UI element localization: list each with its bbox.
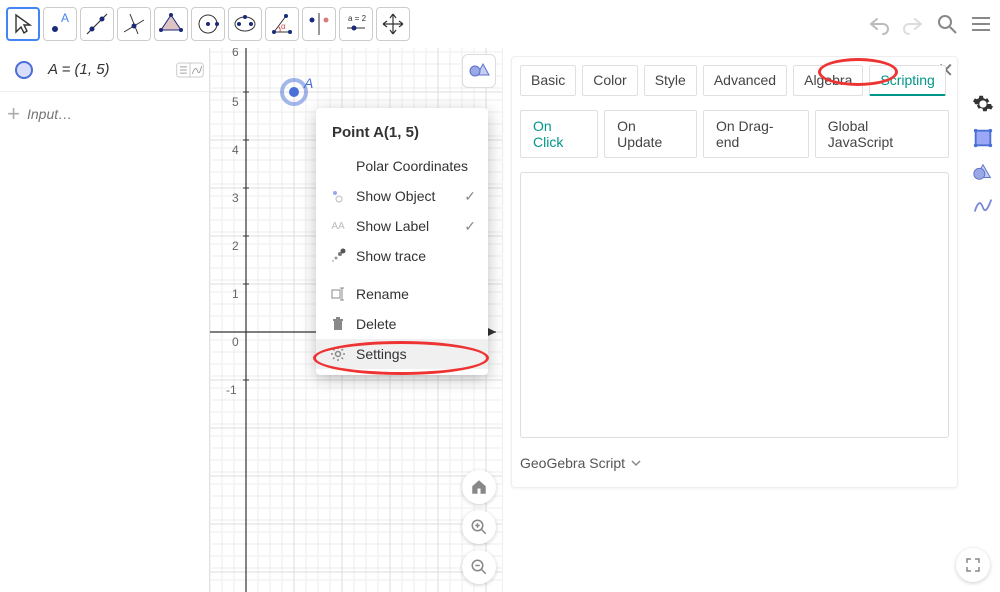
tool-slider[interactable]: a = 2	[339, 7, 373, 41]
tool-perpendicular[interactable]	[117, 7, 151, 41]
svg-text:0: 0	[232, 335, 239, 349]
rename-icon	[328, 286, 348, 302]
tab-algebra[interactable]: Algebra	[793, 65, 863, 96]
label-aa-icon: AA	[328, 221, 348, 232]
context-menu-title: Point A(1, 5)	[316, 120, 488, 151]
ctx-settings[interactable]: Settings	[316, 339, 488, 369]
tool-circle[interactable]	[191, 7, 225, 41]
redo-icon[interactable]	[900, 11, 926, 37]
graphics-style-button[interactable]	[462, 54, 496, 88]
script-type-select[interactable]: GeoGebra Script	[520, 455, 949, 471]
subtab-on-update[interactable]: On Update	[604, 110, 697, 158]
function-icon[interactable]	[971, 194, 995, 218]
subtab-on-drag-end[interactable]: On Drag-end	[703, 110, 809, 158]
tool-ellipse[interactable]	[228, 7, 262, 41]
tool-angle[interactable]: α	[265, 7, 299, 41]
trace-icon	[328, 248, 348, 264]
svg-text:α: α	[281, 22, 286, 31]
settings-tabs: Basic Color Style Advanced Algebra Scrip…	[518, 61, 951, 100]
zoom-out-icon[interactable]	[462, 550, 496, 584]
top-toolbar: A α a = 2	[0, 0, 1000, 48]
svg-text:a = 2: a = 2	[348, 14, 367, 23]
tool-reflect[interactable]	[302, 7, 336, 41]
tool-line[interactable]	[80, 7, 114, 41]
output-mode-toggle-icon[interactable]	[171, 61, 209, 79]
algebra-object-row[interactable]: A = (1, 5)	[0, 48, 209, 92]
ctx-show-label[interactable]: AA Show Label ✓	[316, 211, 488, 241]
tool-point[interactable]: A	[43, 7, 77, 41]
trash-icon	[328, 316, 348, 332]
context-menu: Point A(1, 5) Polar Coordinates Show Obj…	[316, 108, 488, 375]
svg-text:A: A	[61, 11, 69, 25]
visibility-toggle-icon[interactable]	[0, 61, 48, 79]
ctx-polar-coordinates[interactable]: Polar Coordinates	[316, 151, 488, 181]
ctx-rename[interactable]: Rename	[316, 279, 488, 309]
tab-advanced[interactable]: Advanced	[703, 65, 787, 96]
algebra-expression[interactable]: A = (1, 5)	[48, 61, 171, 78]
ctx-show-object[interactable]: Show Object ✓	[316, 181, 488, 211]
script-textarea[interactable]	[520, 172, 949, 438]
algebra-panel: A = (1, 5) +	[0, 48, 210, 592]
svg-text:-1: -1	[226, 383, 237, 397]
point-icon	[328, 188, 348, 204]
fullscreen-icon[interactable]	[956, 548, 990, 582]
ctx-delete[interactable]: Delete	[316, 309, 488, 339]
tool-polygon[interactable]	[154, 7, 188, 41]
subtab-on-click[interactable]: On Click	[520, 110, 598, 158]
check-icon: ✓	[464, 188, 476, 205]
chevron-down-icon	[631, 458, 641, 468]
plus-icon[interactable]: +	[0, 101, 27, 127]
script-type-label: GeoGebra Script	[520, 455, 625, 471]
hamburger-menu-icon[interactable]	[968, 11, 994, 37]
subtab-global-js[interactable]: Global JavaScript	[815, 110, 949, 158]
ctx-show-trace[interactable]: Show trace	[316, 241, 488, 271]
zoom-in-icon[interactable]	[462, 510, 496, 544]
shape-square-icon[interactable]	[971, 126, 995, 150]
tool-move[interactable]	[6, 7, 40, 41]
svg-text:2: 2	[232, 239, 239, 253]
scripting-subtabs: On Click On Update On Drag-end Global Ja…	[518, 106, 951, 162]
tab-color[interactable]: Color	[582, 65, 637, 96]
svg-text:1: 1	[232, 287, 239, 301]
tab-basic[interactable]: Basic	[520, 65, 576, 96]
svg-text:6: 6	[232, 48, 239, 59]
svg-text:3: 3	[232, 191, 239, 205]
svg-text:A: A	[303, 75, 313, 91]
gear-icon[interactable]	[971, 92, 995, 116]
undo-icon[interactable]	[866, 11, 892, 37]
right-vertical-toolbar	[966, 48, 1000, 592]
tab-style[interactable]: Style	[644, 65, 697, 96]
gear-icon	[328, 346, 348, 362]
tab-scripting[interactable]: Scripting	[869, 65, 945, 96]
svg-text:4: 4	[232, 143, 239, 157]
home-icon[interactable]	[462, 470, 496, 504]
svg-text:5: 5	[232, 95, 239, 109]
tool-move-graphics[interactable]	[376, 7, 410, 41]
settings-panel: ✕ Basic Color Style Advanced Algebra Scr…	[502, 48, 966, 592]
shape-tricircle-icon[interactable]	[971, 160, 995, 184]
check-icon: ✓	[464, 218, 476, 235]
algebra-input[interactable]	[27, 106, 209, 122]
search-icon[interactable]	[934, 11, 960, 37]
algebra-input-row: +	[0, 92, 209, 136]
